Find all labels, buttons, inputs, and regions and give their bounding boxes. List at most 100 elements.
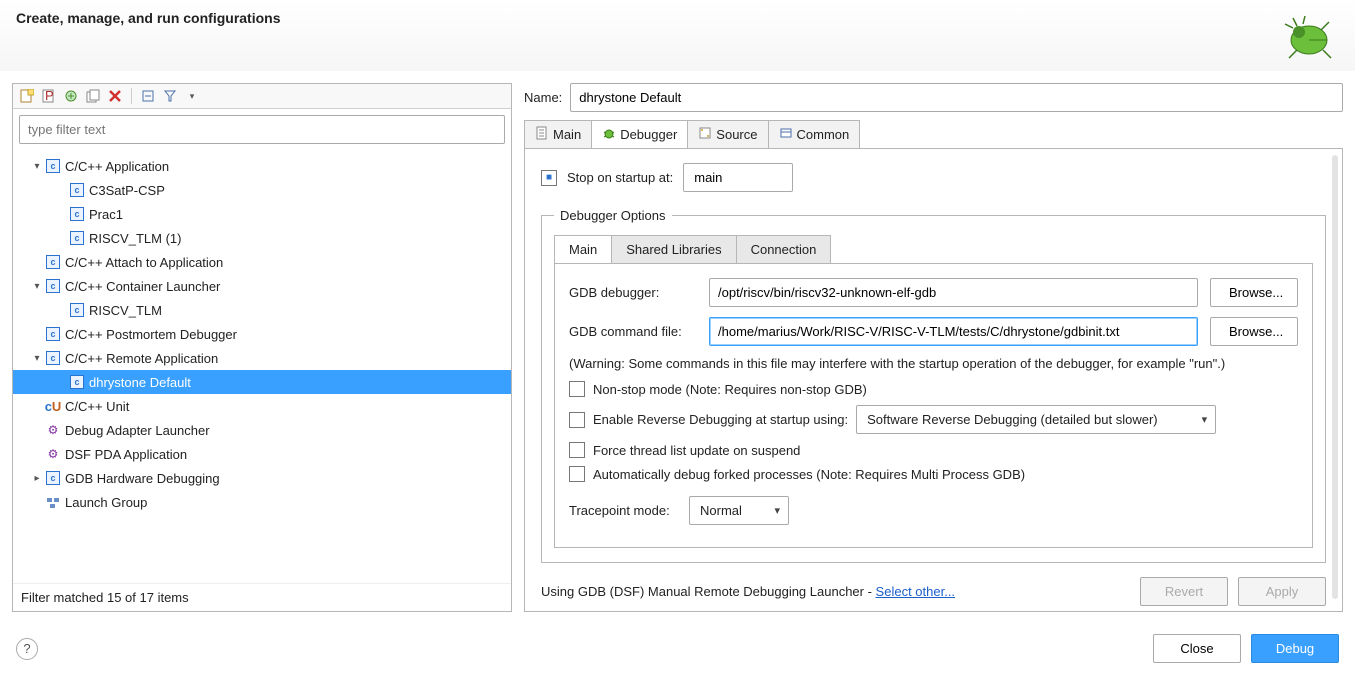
debug-button[interactable]: Debug: [1251, 634, 1339, 663]
config-type-icon: c: [69, 230, 85, 246]
tracepoint-label: Tracepoint mode:: [569, 503, 681, 518]
reverse-label: Enable Reverse Debugging at startup usin…: [593, 412, 848, 427]
tree-item-label: C/C++ Remote Application: [65, 351, 218, 366]
config-type-icon: [45, 494, 61, 510]
gdb-command-file-input[interactable]: [709, 317, 1198, 346]
tree-item[interactable]: c Prac1: [13, 202, 511, 226]
gdb-debugger-browse-button[interactable]: Browse...: [1210, 278, 1298, 307]
tab-common[interactable]: Common: [769, 121, 860, 148]
gdb-debugger-label: GDB debugger:: [569, 285, 697, 300]
gdb-command-file-browse-button[interactable]: Browse...: [1210, 317, 1298, 346]
svg-text:P: P: [45, 89, 54, 103]
scrollbar[interactable]: [1332, 155, 1338, 599]
config-type-icon: c: [45, 470, 61, 486]
filter-icon[interactable]: [162, 88, 178, 104]
tree-item[interactable]: ▾c C/C++ Container Launcher: [13, 274, 511, 298]
subtab-main[interactable]: Main: [555, 236, 612, 263]
stop-on-startup-input[interactable]: [683, 163, 793, 192]
config-type-icon: c: [45, 350, 61, 366]
config-tree[interactable]: ▾cC/C++ ApplicationcC3SatP-CSPcPrac1cRIS…: [13, 150, 511, 583]
expand-icon[interactable]: ▾: [29, 281, 45, 292]
new-config-icon[interactable]: [19, 88, 35, 104]
gdb-command-file-label: GDB command file:: [569, 324, 697, 339]
dialog-header: Create, manage, and run configurations: [0, 0, 1355, 71]
tree-item[interactable]: cRISCV_TLM: [13, 298, 511, 322]
select-other-link[interactable]: Select other...: [876, 584, 956, 599]
common-icon: [779, 126, 793, 143]
tab-debugger[interactable]: Debugger: [592, 121, 688, 148]
delete-icon[interactable]: [107, 88, 123, 104]
tab-source[interactable]: Source: [688, 121, 768, 148]
tree-item-label: C3SatP-CSP: [89, 183, 165, 198]
close-button[interactable]: Close: [1153, 634, 1241, 663]
reverse-mode-select[interactable]: Software Reverse Debugging (detailed but…: [856, 405, 1216, 434]
tree-item[interactable]: ⚙Debug Adapter Launcher: [13, 418, 511, 442]
tree-item-label: RISCV_TLM (1): [89, 231, 181, 246]
config-toolbar: P ▾: [13, 84, 511, 109]
launcher-text: Using GDB (DSF) Manual Remote Debugging …: [541, 584, 955, 599]
tree-item[interactable]: cC/C++ Attach to Application: [13, 250, 511, 274]
tree-item[interactable]: cUC/C++ Unit: [13, 394, 511, 418]
editor-tabs: Main Debugger SourceCommon: [524, 120, 860, 148]
tree-item[interactable]: c C3SatP-CSP: [13, 178, 511, 202]
nonstop-label: Non-stop mode (Note: Requires non-stop G…: [593, 382, 867, 397]
tree-item-label: C/C++ Postmortem Debugger: [65, 327, 237, 342]
tracepoint-select[interactable]: Normal: [689, 496, 789, 525]
tree-item[interactable]: c RISCV_TLM (1): [13, 226, 511, 250]
filter-input[interactable]: [19, 115, 505, 144]
tab-label: Debugger: [620, 127, 677, 142]
dialog-footer: ? Close Debug: [0, 624, 1355, 673]
tree-item[interactable]: ▸c GDB Hardware Debugging: [13, 466, 511, 490]
reverse-checkbox[interactable]: [569, 412, 585, 428]
auto-fork-label: Automatically debug forked processes (No…: [593, 467, 1025, 482]
gdb-debugger-input[interactable]: [709, 278, 1198, 307]
filter-dropdown-icon[interactable]: ▾: [184, 88, 200, 104]
tab-main[interactable]: Main: [525, 121, 592, 148]
config-type-icon: ⚙: [45, 446, 61, 462]
revert-button[interactable]: Revert: [1140, 577, 1228, 606]
debugger-tab-content: Stop on startup at: Debugger Options Mai…: [524, 148, 1343, 612]
stop-on-startup-label: Stop on startup at:: [567, 170, 673, 185]
help-icon[interactable]: ?: [16, 638, 38, 660]
expand-icon[interactable]: ▾: [29, 353, 45, 364]
dialog-title: Create, manage, and run configurations: [16, 10, 281, 26]
tree-item[interactable]: Launch Group: [13, 490, 511, 514]
duplicate-icon[interactable]: [85, 88, 101, 104]
tree-item-label: C/C++ Container Launcher: [65, 279, 220, 294]
name-label: Name:: [524, 90, 562, 105]
stop-on-startup-checkbox[interactable]: [541, 170, 557, 186]
subtab-connection[interactable]: Connection: [737, 236, 831, 263]
auto-fork-checkbox[interactable]: [569, 466, 585, 482]
config-type-icon: c: [45, 158, 61, 174]
tree-item[interactable]: cdhrystone Default: [13, 370, 511, 394]
config-type-icon: c: [69, 206, 85, 222]
tree-item[interactable]: ⚙DSF PDA Application: [13, 442, 511, 466]
configurations-pane: P ▾ ▾cC/C++ ApplicationcC3SatP-CSPcPrac1…: [12, 83, 512, 612]
subtab-shared-libraries[interactable]: Shared Libraries: [612, 236, 736, 263]
config-type-icon: cU: [45, 398, 61, 414]
filter-status: Filter matched 15 of 17 items: [13, 583, 511, 611]
tree-item[interactable]: ▾c C/C++ Application: [13, 154, 511, 178]
src-icon: [698, 126, 712, 143]
tree-item-label: dhrystone Default: [89, 375, 191, 390]
tree-item-label: C/C++ Application: [65, 159, 169, 174]
config-type-icon: c: [45, 326, 61, 342]
tree-item[interactable]: c C/C++ Postmortem Debugger: [13, 322, 511, 346]
collapse-all-icon[interactable]: [140, 88, 156, 104]
tree-item-label: C/C++ Attach to Application: [65, 255, 223, 270]
expand-icon[interactable]: ▾: [29, 161, 45, 172]
name-input[interactable]: [570, 83, 1343, 112]
tree-item[interactable]: ▾c C/C++ Remote Application: [13, 346, 511, 370]
export-icon[interactable]: [63, 88, 79, 104]
toolbar-separator: [131, 88, 132, 104]
apply-button[interactable]: Apply: [1238, 577, 1326, 606]
config-type-icon: c: [45, 278, 61, 294]
force-thread-checkbox[interactable]: [569, 442, 585, 458]
expand-icon[interactable]: ▸: [29, 473, 45, 484]
config-type-icon: c: [69, 182, 85, 198]
config-type-icon: ⚙: [45, 422, 61, 438]
tree-item-label: GDB Hardware Debugging: [65, 471, 220, 486]
nonstop-checkbox[interactable]: [569, 381, 585, 397]
new-prototype-icon[interactable]: P: [41, 88, 57, 104]
tree-item-label: Prac1: [89, 207, 123, 222]
